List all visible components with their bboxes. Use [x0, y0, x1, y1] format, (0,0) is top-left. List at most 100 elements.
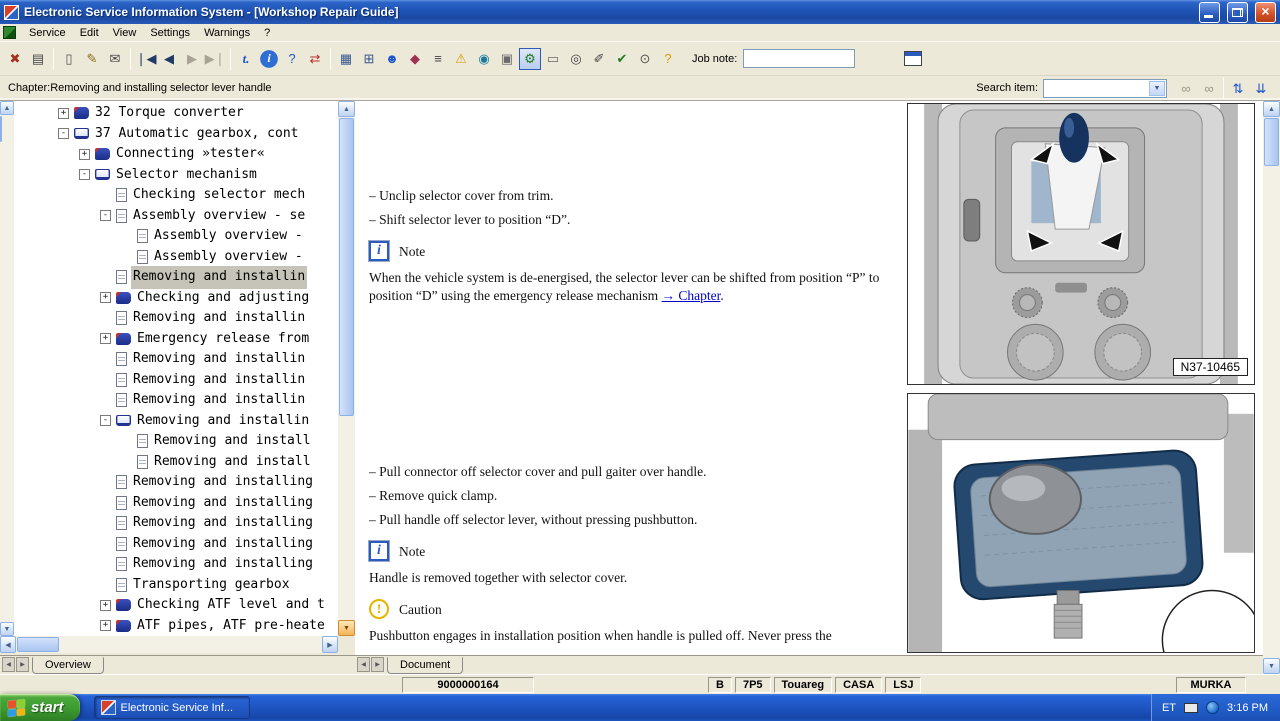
job-properties-icon[interactable] [904, 51, 922, 66]
last-page-icon[interactable]: ▶❘ [204, 48, 226, 70]
tree-expander-icon[interactable]: + [100, 292, 111, 303]
tree-item[interactable]: Removing and installin [14, 267, 338, 288]
transfer-icon[interactable]: ⇄ [304, 48, 326, 70]
search-document-icon[interactable]: ◎ [565, 48, 587, 70]
exit-icon[interactable]: ✖ [4, 48, 26, 70]
tree-item[interactable]: Removing and installing [14, 493, 338, 514]
previous-page-icon[interactable]: ◀ [158, 48, 180, 70]
find-next-icon[interactable]: ∞ [1198, 77, 1220, 99]
tree-item[interactable]: + ATF pipes, ATF pre-heate [14, 616, 338, 637]
tree-item-label[interactable]: 37 Automatic gearbox, cont [93, 123, 301, 146]
menu-item[interactable]: Warnings [197, 25, 257, 41]
tree-item-label[interactable]: Checking ATF level and t [135, 594, 327, 617]
tree-item-label[interactable]: 32 Torque converter [93, 102, 246, 125]
menu-item[interactable]: Edit [73, 25, 106, 41]
cd-icon[interactable]: ⊙ [634, 48, 656, 70]
chapter-link[interactable]: → Chapter [662, 288, 721, 303]
scroll-up-icon[interactable] [338, 101, 355, 117]
tree-item[interactable]: Removing and install [14, 452, 338, 473]
tab-document[interactable]: Document [387, 657, 463, 674]
tab-scroll-left-icon[interactable] [357, 657, 370, 672]
tree-item[interactable]: Removing and installin [14, 349, 338, 370]
workshop-manual-icon[interactable]: ⚙ [519, 48, 541, 70]
tree-item-label[interactable]: Removing and installing [131, 512, 315, 535]
tree-item[interactable]: + Emergency release from [14, 329, 338, 350]
figure-1[interactable]: N37-10465 [907, 103, 1255, 385]
tree-item[interactable]: Assembly overview - [14, 226, 338, 247]
tree-item[interactable]: + Checking ATF level and t [14, 595, 338, 616]
edit-document-icon[interactable]: ✎ [81, 48, 103, 70]
tree-item-label[interactable]: Removing and installin [131, 348, 307, 371]
scroll-down-icon[interactable] [1263, 658, 1280, 674]
start-button[interactable]: start [0, 694, 80, 721]
tree-item[interactable]: Removing and installin [14, 308, 338, 329]
tree-item-label[interactable]: Transporting gearbox [131, 574, 292, 597]
tree-item[interactable]: Removing and install [14, 431, 338, 452]
repair-manual-icon[interactable]: ◆ [404, 48, 426, 70]
tree-item[interactable]: - Selector mechanism [14, 165, 338, 186]
tree-item-label[interactable]: Removing and installin [131, 369, 307, 392]
scroll-down-icon[interactable] [0, 622, 14, 636]
first-page-icon[interactable]: ❘◀ [135, 48, 157, 70]
tree-horizontal-scrollbar[interactable] [0, 636, 338, 653]
scrollbar-thumb[interactable] [339, 118, 354, 416]
sort-descending-icon[interactable]: ⇊ [1250, 77, 1272, 99]
info-icon[interactable]: i [258, 48, 280, 70]
tree-expander-icon[interactable]: - [100, 415, 111, 426]
tree-expander-icon[interactable]: + [79, 149, 90, 160]
tab-scroll-right-icon[interactable] [371, 657, 384, 672]
tab-scroll-left-icon[interactable] [2, 657, 15, 672]
tree-item-label[interactable]: Removing and installin [131, 389, 307, 412]
tree-expander-icon[interactable]: - [58, 128, 69, 139]
language-indicator[interactable]: ET [1162, 702, 1176, 714]
minimize-button[interactable] [1199, 2, 1220, 23]
tree-item-label[interactable]: ATF pipes, ATF pre-heate [135, 615, 327, 637]
tree-item[interactable]: Removing and installin [14, 370, 338, 391]
tree-item[interactable]: - Removing and installin [14, 411, 338, 432]
illustration-scrollbar[interactable] [1263, 101, 1280, 674]
sort-ascending-icon[interactable]: ⇅ [1227, 77, 1249, 99]
tree-item-label[interactable]: Assembly overview - [152, 225, 305, 248]
vehicle-icon[interactable]: ▭ [542, 48, 564, 70]
search-item-combobox[interactable] [1043, 79, 1167, 98]
scroll-down-icon[interactable] [338, 620, 355, 636]
tree-item-label[interactable]: Removing and installin [131, 307, 307, 330]
globe-icon[interactable]: ◉ [473, 48, 495, 70]
scroll-up-icon[interactable] [0, 101, 14, 115]
tree-expander-icon[interactable]: + [100, 600, 111, 611]
scroll-up-icon[interactable] [1263, 101, 1280, 117]
tree-item-label[interactable]: Removing and installin [135, 410, 311, 433]
combo-dropdown-icon[interactable] [1149, 81, 1165, 96]
tree-item[interactable]: Checking selector mech [14, 185, 338, 206]
tab-scroll-right-icon[interactable] [16, 657, 29, 672]
tree-item-label[interactable]: Emergency release from [135, 328, 311, 351]
tree-item[interactable]: + Checking and adjusting [14, 288, 338, 309]
tree-item[interactable]: Transporting gearbox [14, 575, 338, 596]
mail-icon[interactable]: ✉ [104, 48, 126, 70]
tree-item[interactable]: + 32 Torque converter [14, 103, 338, 124]
scrollbar-thumb[interactable] [0, 116, 2, 142]
tree-item[interactable]: Removing and installing [14, 513, 338, 534]
tree-expander-icon[interactable]: + [100, 620, 111, 631]
tree-item-label[interactable]: Removing and installing [131, 471, 315, 494]
tree-item-label[interactable]: Selector mechanism [114, 164, 259, 187]
tree-item[interactable]: + Connecting »tester« [14, 144, 338, 165]
tree-item[interactable]: Assembly overview - [14, 247, 338, 268]
find-icon[interactable]: ∞ [1175, 77, 1197, 99]
tree-item-label[interactable]: Connecting »tester« [114, 143, 267, 166]
menu-item[interactable]: Service [22, 25, 73, 41]
tree-left-scrollbar[interactable] [0, 101, 14, 636]
scrollbar-thumb[interactable] [17, 637, 59, 652]
tree-expander-icon[interactable]: - [79, 169, 90, 180]
parts-catalog-icon[interactable]: ▦ [335, 48, 357, 70]
tree-item-label[interactable]: Assembly overview - [152, 246, 305, 269]
tree-item[interactable]: Removing and installing [14, 472, 338, 493]
keyboard-icon[interactable] [1184, 703, 1198, 713]
warnings-icon[interactable]: ⚠ [450, 48, 472, 70]
scroll-left-icon[interactable] [0, 636, 16, 653]
tree-expander-icon[interactable]: - [100, 210, 111, 221]
search-item-input[interactable] [1045, 81, 1148, 96]
document-menu-icon[interactable] [3, 26, 16, 39]
tree-item[interactable]: Removing and installing [14, 534, 338, 555]
close-button[interactable] [1255, 2, 1276, 23]
